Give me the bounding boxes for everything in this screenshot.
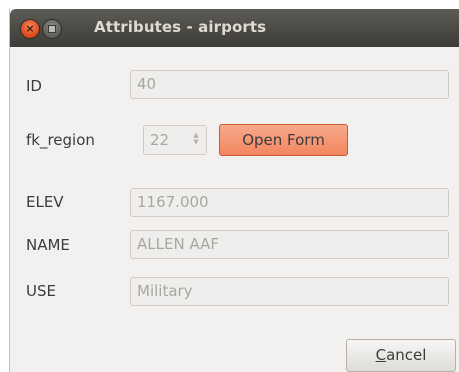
elev-field[interactable]: 1167.000 [130, 188, 449, 217]
name-label: NAME [26, 236, 70, 254]
window-title: Attributes - airports [94, 18, 267, 36]
use-label: USE [26, 282, 56, 300]
id-field[interactable]: 40 [130, 70, 449, 99]
fk-region-label: fk_region [26, 131, 95, 149]
title-bar[interactable]: × Attributes - airports [10, 9, 459, 47]
fk-region-spinbox[interactable]: 22 ▲ ▼ [143, 125, 207, 155]
cancel-label-rest: ancel [386, 346, 427, 364]
minimize-icon[interactable] [43, 20, 61, 38]
open-form-button[interactable]: Open Form [219, 124, 348, 156]
spin-arrows[interactable]: ▲ ▼ [192, 132, 200, 148]
close-icon[interactable]: × [21, 20, 39, 38]
attributes-dialog: × Attributes - airports ID 40 fk_region … [9, 9, 459, 372]
fk-region-value: 22 [150, 131, 170, 149]
elev-label: ELEV [26, 193, 64, 211]
name-field[interactable]: ALLEN AAF [130, 230, 449, 259]
cancel-button[interactable]: Cancel [346, 339, 456, 372]
id-label: ID [26, 77, 42, 95]
spin-down-icon[interactable]: ▼ [192, 139, 200, 146]
use-field[interactable]: Military [130, 277, 449, 306]
cancel-mnemonic: C [375, 346, 387, 364]
